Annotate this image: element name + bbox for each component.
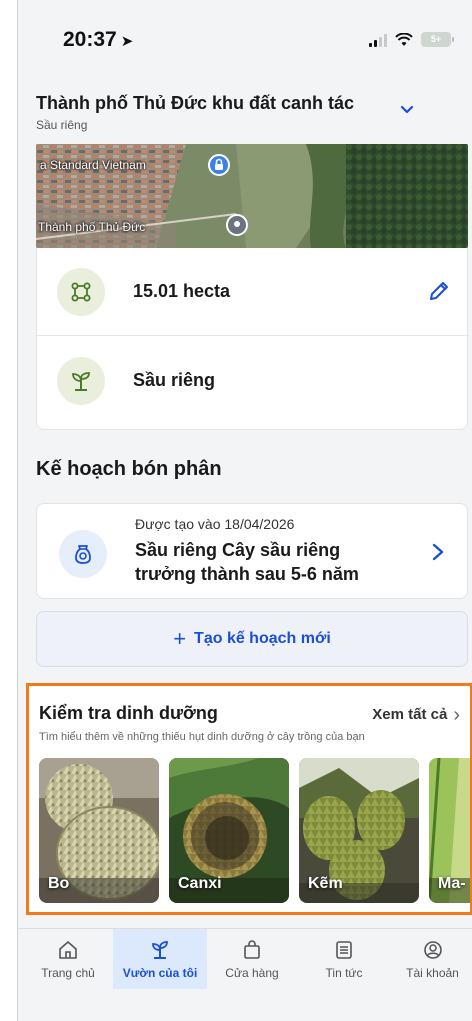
chevron-right-icon[interactable] xyxy=(431,542,445,562)
plus-icon: + xyxy=(173,626,187,651)
cellular-signal-icon xyxy=(369,33,387,47)
battery-icon: 5+ xyxy=(421,32,454,47)
field-subtitle: Sầu riêng xyxy=(36,118,88,132)
nav-store-label: Cửa hàng xyxy=(225,966,279,980)
nutrient-label: Kẽm xyxy=(308,875,343,892)
field-title: Thành phố Thủ Đức khu đất canh tác xyxy=(36,93,355,113)
location-pin-icon[interactable] xyxy=(226,214,248,236)
nutrient-card-calcium[interactable]: Canxi xyxy=(169,758,289,903)
nutrient-label: Bo xyxy=(48,875,70,892)
chevron-down-icon[interactable] xyxy=(398,100,416,118)
nutrient-card-magnesium[interactable]: Ma- xyxy=(429,758,470,903)
location-arrow-icon: ➤ xyxy=(120,33,134,50)
nutrient-label: Canxi xyxy=(178,875,222,892)
field-crop-value: Sầu riêng xyxy=(133,370,216,390)
see-all-link[interactable]: Xem tất cả › xyxy=(372,703,460,726)
field-map[interactable]: a Standard Vietnam Thành phố Thủ Đức xyxy=(36,144,468,248)
create-new-plan-label: Tạo kế hoạch mới xyxy=(194,630,331,647)
battery-level: 5+ xyxy=(430,34,442,44)
home-icon xyxy=(59,941,77,959)
create-new-plan-button[interactable]: + Tạo kế hoạch mới xyxy=(36,611,468,667)
nav-account-label: Tài khoản xyxy=(406,966,459,980)
nutrition-check-description: Tìm hiểu thêm về những thiếu hụt dinh dư… xyxy=(39,731,365,743)
nutrient-card-boron[interactable]: Bo xyxy=(39,758,159,903)
field-area-row: 15.01 hecta xyxy=(37,248,469,336)
clock: 20:37 xyxy=(63,28,117,51)
nav-my-garden-label: Vườn của tôi xyxy=(122,966,198,980)
sprout-icon xyxy=(57,357,105,405)
nav-account[interactable]: Tài khoản xyxy=(392,929,472,989)
nav-store[interactable]: Cửa hàng xyxy=(208,929,296,989)
status-indicators: 5+ xyxy=(369,32,454,47)
see-all-label: Xem tất cả xyxy=(372,706,448,723)
map-label-1: a Standard Vietnam xyxy=(40,158,146,172)
nav-my-garden[interactable]: Vườn của tôi xyxy=(113,929,207,989)
nav-home-label: Trang chủ xyxy=(41,966,95,980)
nutrition-check-section: Kiểm tra dinh dưỡng Xem tất cả › Tìm hiể… xyxy=(26,683,472,915)
wifi-icon xyxy=(395,32,413,46)
status-bar: 20:37 ➤ 5+ xyxy=(18,0,472,80)
news-icon xyxy=(336,941,352,959)
nav-home[interactable]: Trang chủ xyxy=(24,929,112,989)
fertilization-plan-heading: Kế hoạch bón phân xyxy=(36,458,222,480)
map-label-2: Thành phố Thủ Đức xyxy=(38,220,146,234)
field-info-card: 15.01 hecta Sầu riêng xyxy=(36,248,469,430)
bottom-navigation: Trang chủ Vườn của tôi Cửa hàng Tin tức … xyxy=(18,928,472,1021)
fertilization-plan-card[interactable]: Được tạo vào 18/04/2026 Sầu riêng Cây sầ… xyxy=(36,503,468,599)
plan-title: Sầu riêng Cây sầu riêng trưởng thành sau… xyxy=(135,540,359,584)
nutrition-check-heading: Kiểm tra dinh dưỡng xyxy=(39,703,218,723)
field-crop-row: Sầu riêng xyxy=(37,337,469,425)
chevron-right-icon: › xyxy=(453,703,460,726)
nutrient-label: Ma- xyxy=(438,875,466,892)
pencil-icon[interactable] xyxy=(427,279,451,303)
account-icon xyxy=(423,941,442,959)
sprout-icon xyxy=(152,941,168,959)
nav-news[interactable]: Tin tức xyxy=(300,929,388,989)
status-time: 20:37 ➤ xyxy=(63,28,133,52)
fertilizer-bag-icon xyxy=(59,530,107,578)
nutrient-carousel[interactable]: Bo Canxi Kẽm Ma- xyxy=(39,758,470,903)
nav-news-label: Tin tức xyxy=(325,966,363,980)
nutrient-card-zinc[interactable]: Kẽm xyxy=(299,758,419,903)
lock-pin-icon[interactable] xyxy=(208,154,230,176)
field-area-value: 15.01 hecta xyxy=(133,281,231,301)
field-selector[interactable]: Thành phố Thủ Đức khu đất canh tác Sầu r… xyxy=(18,80,472,144)
app-screen: 20:37 ➤ 5+ Thành phố Thủ Đức khu đất canh… xyxy=(17,0,472,1021)
plan-created-date: Được tạo vào 18/04/2026 xyxy=(135,516,295,532)
shopping-bag-icon xyxy=(244,940,260,959)
area-shape-icon xyxy=(57,268,105,316)
